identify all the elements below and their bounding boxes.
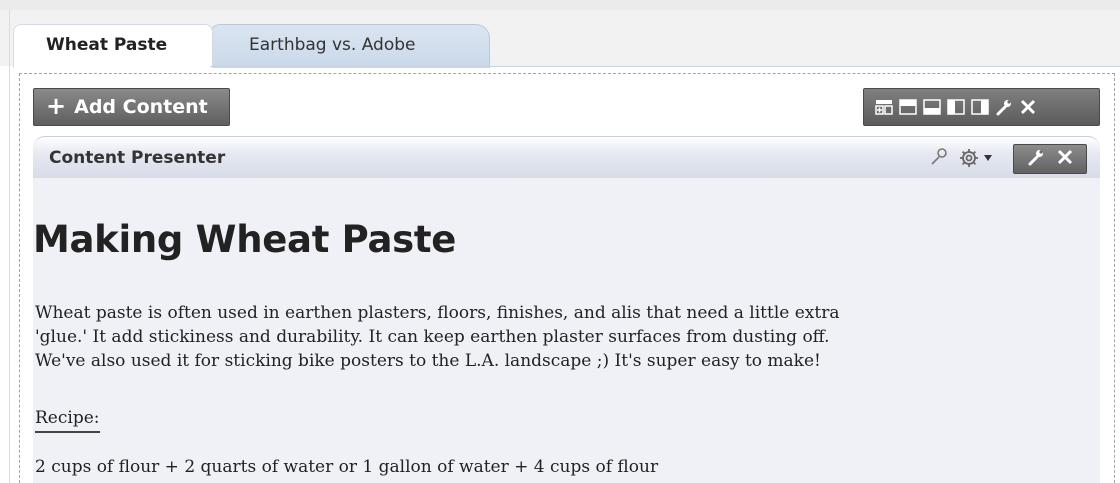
tab-earthbag-vs-adobe[interactable]: Earthbag vs. Adobe — [210, 24, 490, 68]
layout-toolbar — [863, 88, 1100, 126]
add-box-icon[interactable] — [874, 97, 894, 117]
gear-icon — [960, 149, 978, 167]
tab-label: Earthbag vs. Adobe — [249, 35, 416, 55]
layout-two-column-right-icon[interactable] — [970, 97, 990, 117]
layout-two-column-left-icon[interactable] — [946, 97, 966, 117]
chevron-down-icon — [984, 155, 992, 161]
content-presenter-title: Content Presenter — [49, 148, 226, 168]
plus-icon: + — [46, 92, 67, 120]
wrench-icon[interactable] — [1027, 148, 1045, 170]
paragraph-line: Wheat paste is often used in earthen pla… — [35, 303, 840, 323]
add-content-button[interactable]: + Add Content — [33, 88, 230, 126]
tab-label: Wheat Paste — [46, 35, 168, 55]
layout-one-column-bottom-icon[interactable] — [922, 97, 942, 117]
content-paragraph: Wheat paste is often used in earthen pla… — [35, 301, 1097, 373]
paragraph-line: We've also used it for sticking bike pos… — [35, 351, 821, 371]
tab-divider — [210, 66, 1120, 67]
gear-menu[interactable] — [958, 146, 1002, 170]
layout-one-column-top-icon[interactable] — [898, 97, 918, 117]
top-border — [0, 0, 1120, 10]
content-heading: Making Wheat Paste — [33, 218, 457, 261]
wrench-outline-icon[interactable] — [929, 147, 949, 167]
left-border — [9, 10, 10, 483]
recipe-label: Recipe: — [35, 408, 100, 433]
close-icon[interactable] — [1057, 149, 1073, 169]
add-content-label: Add Content — [74, 96, 208, 118]
paragraph-line: 'glue.' It add stickiness and durability… — [35, 327, 830, 347]
tab-wheat-paste[interactable]: Wheat Paste — [13, 24, 213, 68]
ingredients-line: 2 cups of flour + 2 quarts of water or 1… — [35, 457, 659, 477]
wrench-icon[interactable] — [994, 97, 1014, 117]
presenter-chrome-buttons — [1013, 144, 1087, 174]
close-icon[interactable] — [1018, 97, 1038, 117]
